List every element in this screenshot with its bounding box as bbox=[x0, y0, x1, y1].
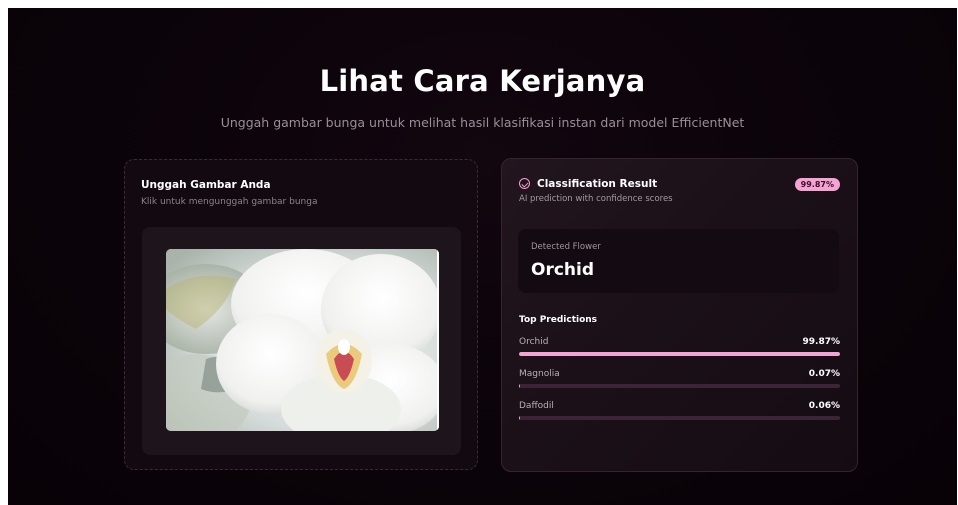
upload-title: Unggah Gambar Anda bbox=[141, 179, 271, 191]
classification-result-card: Classification Result AI prediction with… bbox=[501, 158, 858, 472]
orchid-photo bbox=[166, 249, 439, 431]
detected-flower-name: Orchid bbox=[531, 260, 595, 280]
detected-label: Detected Flower bbox=[531, 242, 601, 252]
uploaded-image-preview bbox=[166, 249, 439, 431]
top-predictions-title: Top Predictions bbox=[519, 315, 598, 325]
page-background: Lihat Cara Kerjanya Unggah gambar bunga … bbox=[8, 8, 957, 505]
upload-card[interactable]: Unggah Gambar Anda Klik untuk mengunggah… bbox=[124, 159, 478, 470]
page-title: Lihat Cara Kerjanya bbox=[319, 64, 646, 98]
prediction-value: 0.06% bbox=[808, 401, 840, 411]
prediction-bar-track bbox=[519, 384, 840, 388]
check-circle-icon bbox=[519, 178, 530, 189]
prediction-row: Daffodil 0.06% bbox=[519, 401, 840, 427]
prediction-value: 0.07% bbox=[808, 369, 840, 379]
prediction-bar-track bbox=[519, 352, 840, 356]
prediction-name: Magnolia bbox=[519, 369, 560, 379]
page-subtitle: Unggah gambar bunga untuk melihat hasil … bbox=[220, 115, 745, 130]
prediction-name: Orchid bbox=[519, 337, 549, 347]
result-title: Classification Result bbox=[537, 178, 658, 190]
prediction-row: Magnolia 0.07% bbox=[519, 369, 840, 395]
prediction-value: 99.87% bbox=[802, 337, 841, 347]
prediction-name: Daffodil bbox=[519, 401, 554, 411]
prediction-row: Orchid 99.87% bbox=[519, 337, 840, 363]
prediction-bar-fill bbox=[519, 352, 840, 356]
upload-description: Klik untuk mengunggah gambar bunga bbox=[141, 197, 318, 207]
result-subtitle: AI prediction with confidence scores bbox=[519, 194, 673, 204]
prediction-bar-track bbox=[519, 416, 840, 420]
confidence-badge: 99.87% bbox=[794, 178, 840, 191]
detected-flower-box: Detected Flower Orchid bbox=[518, 229, 839, 293]
upload-drop-zone[interactable] bbox=[142, 227, 461, 455]
